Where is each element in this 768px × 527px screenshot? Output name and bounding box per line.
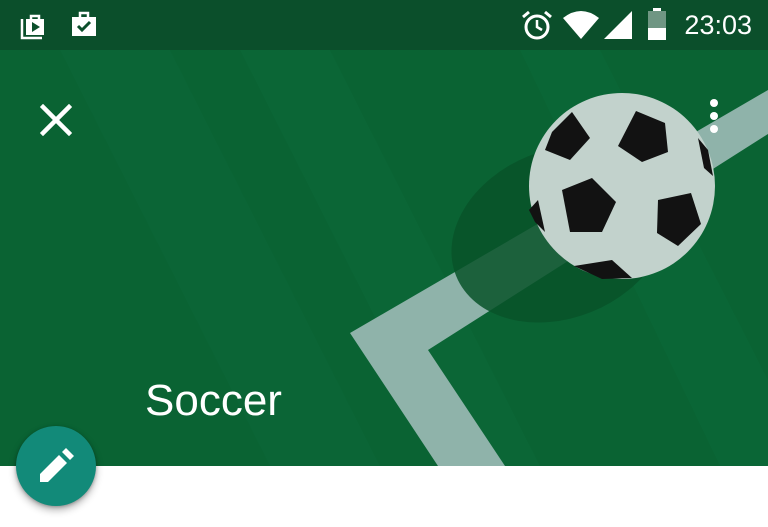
more-options-button[interactable]: [690, 86, 738, 146]
play-store-icon: [20, 14, 44, 40]
wifi-icon: [563, 11, 599, 39]
soccer-field-illustration: [0, 50, 768, 466]
edit-fab-button[interactable]: [16, 426, 96, 506]
edit-pencil-icon: [40, 448, 74, 482]
soccer-ball-icon: [529, 93, 715, 279]
close-button[interactable]: [26, 90, 86, 150]
close-icon: [40, 104, 72, 136]
status-bar: 23:03: [0, 0, 768, 50]
cellular-signal-icon: [604, 11, 632, 39]
header-banner: Soccer: [0, 50, 768, 466]
page-title: Soccer: [145, 376, 282, 425]
work-briefcase-icon: [72, 11, 96, 36]
more-vert-icon: [710, 99, 718, 133]
battery-icon: [648, 8, 666, 40]
status-clock: 23:03: [684, 10, 752, 40]
alarm-icon: [522, 10, 552, 40]
